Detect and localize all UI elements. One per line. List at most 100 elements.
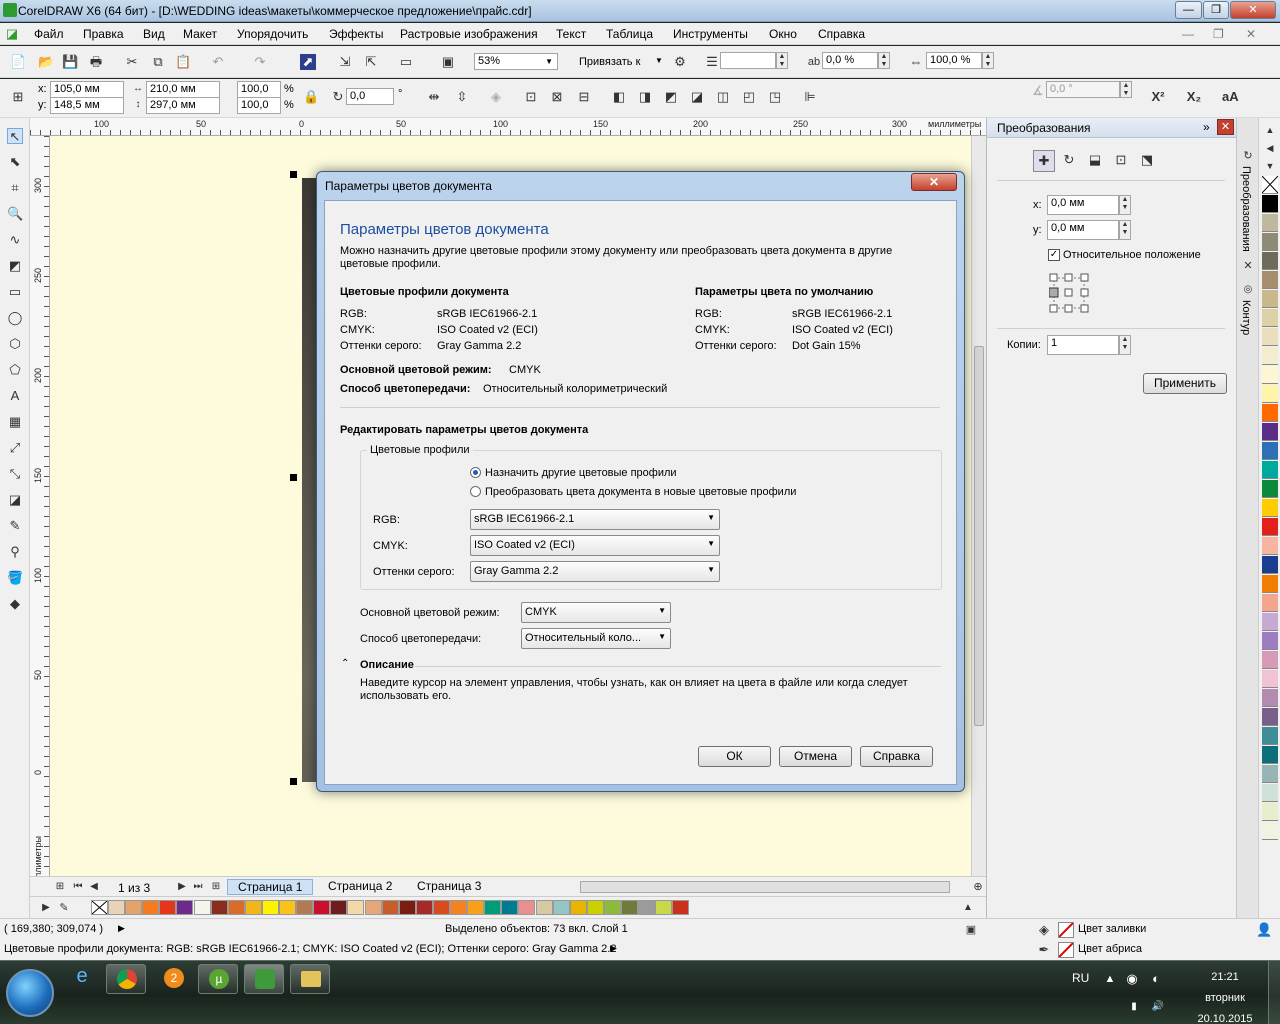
palette-swatch[interactable] [518, 900, 536, 915]
app-2-taskbar-button[interactable]: 2 [154, 964, 194, 994]
page-size-icon[interactable]: ⊞ [10, 89, 26, 105]
table-tool-icon[interactable]: ▦ [7, 414, 23, 430]
palette-swatch[interactable] [108, 900, 125, 915]
palette-swatch[interactable] [467, 900, 485, 915]
palette-swatch[interactable] [1262, 214, 1278, 232]
palette-swatch[interactable] [347, 900, 365, 915]
docker-x-field[interactable]: 0,0 мм [1047, 195, 1119, 215]
relative-position-checkbox[interactable]: ✓ [1048, 249, 1060, 261]
copies-field[interactable]: 1 [1047, 335, 1119, 355]
combine-icon[interactable]: ◧ [611, 89, 627, 105]
palette-swatch[interactable] [381, 900, 399, 915]
palette-swatch[interactable] [1262, 347, 1278, 365]
palette-swatch[interactable] [279, 900, 296, 915]
width-field[interactable]: 210,0 мм [146, 81, 220, 98]
position-y-field[interactable]: 148,5 мм [50, 97, 124, 114]
superscript-icon[interactable]: X² [1150, 89, 1166, 105]
font-size-spinner[interactable]: ▲ ▼ [776, 52, 788, 69]
zoom-tool-icon[interactable]: 🔍 [7, 206, 23, 222]
menu-edit[interactable]: Правка [83, 27, 124, 41]
menu-text[interactable]: Текст [556, 27, 586, 41]
palette-swatch[interactable] [1262, 423, 1278, 441]
fill-tool-icon[interactable]: 🪣 [7, 570, 23, 586]
palette-swatch[interactable] [1262, 385, 1278, 403]
tray-arrow-icon[interactable]: ▲ [1102, 971, 1118, 987]
palette-swatch[interactable] [432, 900, 450, 915]
scale-mirror-icon[interactable]: ⬓ [1087, 152, 1103, 168]
undo-icon[interactable]: ↶ [210, 54, 226, 70]
copies-spinner[interactable]: ▲ ▼ [1119, 335, 1131, 355]
profile-arrow-icon[interactable]: ▶ [610, 943, 617, 954]
char-spacing-field[interactable]: 0,0 % [822, 52, 878, 69]
change-case-icon[interactable]: aA [1222, 89, 1239, 105]
tab-close-icon[interactable]: ✕ [1240, 258, 1256, 274]
palette-swatch[interactable] [535, 900, 553, 915]
import-icon[interactable]: ⇲ [337, 54, 353, 70]
palette-swatch[interactable] [1262, 651, 1278, 669]
menu-view[interactable]: Вид [143, 27, 165, 41]
palette-swatch[interactable] [261, 900, 279, 915]
skew-icon[interactable]: ⬔ [1139, 152, 1155, 168]
menu-bitmaps[interactable]: Растровые изображения [400, 27, 538, 41]
palette-swatch[interactable] [1262, 461, 1278, 479]
weld-icon[interactable]: ◨ [637, 89, 653, 105]
palette-swatch[interactable] [586, 900, 604, 915]
palette-expand-icon[interactable]: ▲ [960, 900, 976, 916]
menu-tools[interactable]: Инструменты [673, 27, 748, 41]
crop-tool-icon[interactable]: ⌗ [7, 180, 23, 196]
to-curves-icon[interactable]: ◈ [488, 89, 504, 105]
line-spacing-spinner[interactable]: ▲ ▼ [982, 52, 994, 69]
palette-swatch[interactable] [1262, 727, 1278, 745]
document-menu-icon[interactable]: ◪ [4, 26, 20, 42]
palette-swatch[interactable] [1262, 594, 1278, 612]
palette-swatch[interactable] [1262, 518, 1278, 536]
text-tool-icon[interactable]: A [7, 388, 23, 404]
height-field[interactable]: 297,0 мм [146, 97, 220, 114]
palette-swatch[interactable] [1262, 556, 1278, 574]
palette-up-icon[interactable]: ▲ [1262, 122, 1278, 138]
palette-swatch[interactable] [330, 900, 348, 915]
palette-swatch[interactable] [244, 900, 262, 915]
palette-swatch[interactable] [1262, 537, 1278, 555]
docker-collapse-icon[interactable]: » [1203, 120, 1210, 134]
print-icon[interactable]: 🖶 [88, 54, 104, 70]
shape-tool-icon[interactable]: ⬉ [7, 154, 23, 170]
apply-button[interactable]: Применить [1143, 373, 1227, 394]
palette-swatch[interactable] [193, 900, 211, 915]
menu-window[interactable]: Окно [769, 27, 797, 41]
palette-swatch[interactable] [296, 900, 314, 915]
docker-close-icon[interactable]: ✕ [1217, 119, 1234, 135]
selection-handle[interactable] [290, 778, 297, 785]
palette-swatch[interactable] [313, 900, 331, 915]
coreldraw-taskbar-button[interactable] [244, 964, 284, 994]
basic-shapes-tool-icon[interactable]: ⬠ [7, 362, 23, 378]
front-minus-back-icon[interactable]: ◰ [741, 89, 757, 105]
maximize-button[interactable]: ❐ [1203, 1, 1229, 19]
palette-swatch[interactable] [1262, 252, 1278, 270]
rendering-intent-select[interactable]: Относительный коло... ▼ [521, 628, 671, 649]
vertical-scrollbar[interactable] [971, 136, 986, 876]
menu-layout[interactable]: Макет [183, 27, 217, 41]
paste-icon[interactable]: 📋 [175, 54, 191, 70]
tab-contour[interactable]: Контур [1240, 300, 1252, 335]
menu-file[interactable]: Файл [34, 27, 64, 41]
menu-effects[interactable]: Эффекты [329, 27, 384, 41]
trim-icon[interactable]: ◩ [663, 89, 679, 105]
palette-swatch[interactable] [1262, 195, 1278, 213]
palette-swatch[interactable] [176, 900, 194, 915]
cut-icon[interactable]: ✂ [124, 54, 140, 70]
palette-swatch[interactable] [1262, 233, 1278, 251]
connector-tool-icon[interactable]: ⤡ [7, 466, 23, 482]
rgb-profile-select[interactable]: sRGB IEC61966-2.1 ▼ [470, 509, 720, 530]
explorer-taskbar-button[interactable] [290, 964, 330, 994]
gray-profile-select[interactable]: Gray Gamma 2.2 ▼ [470, 561, 720, 582]
horizontal-scrollbar[interactable] [580, 881, 950, 893]
docker-y-field[interactable]: 0,0 мм [1047, 220, 1119, 240]
palette-swatch[interactable] [552, 900, 570, 915]
menu-table[interactable]: Таблица [606, 27, 653, 41]
save-icon[interactable]: 💾 [62, 54, 78, 70]
palette-swatch[interactable] [142, 900, 160, 915]
vertical-ruler[interactable]: 300 250 200 150 100 50 0 миллиметры [30, 136, 50, 896]
dialog-close-button[interactable]: ✕ [911, 173, 957, 191]
tray-skype-icon[interactable]: ◉ [1124, 971, 1140, 987]
